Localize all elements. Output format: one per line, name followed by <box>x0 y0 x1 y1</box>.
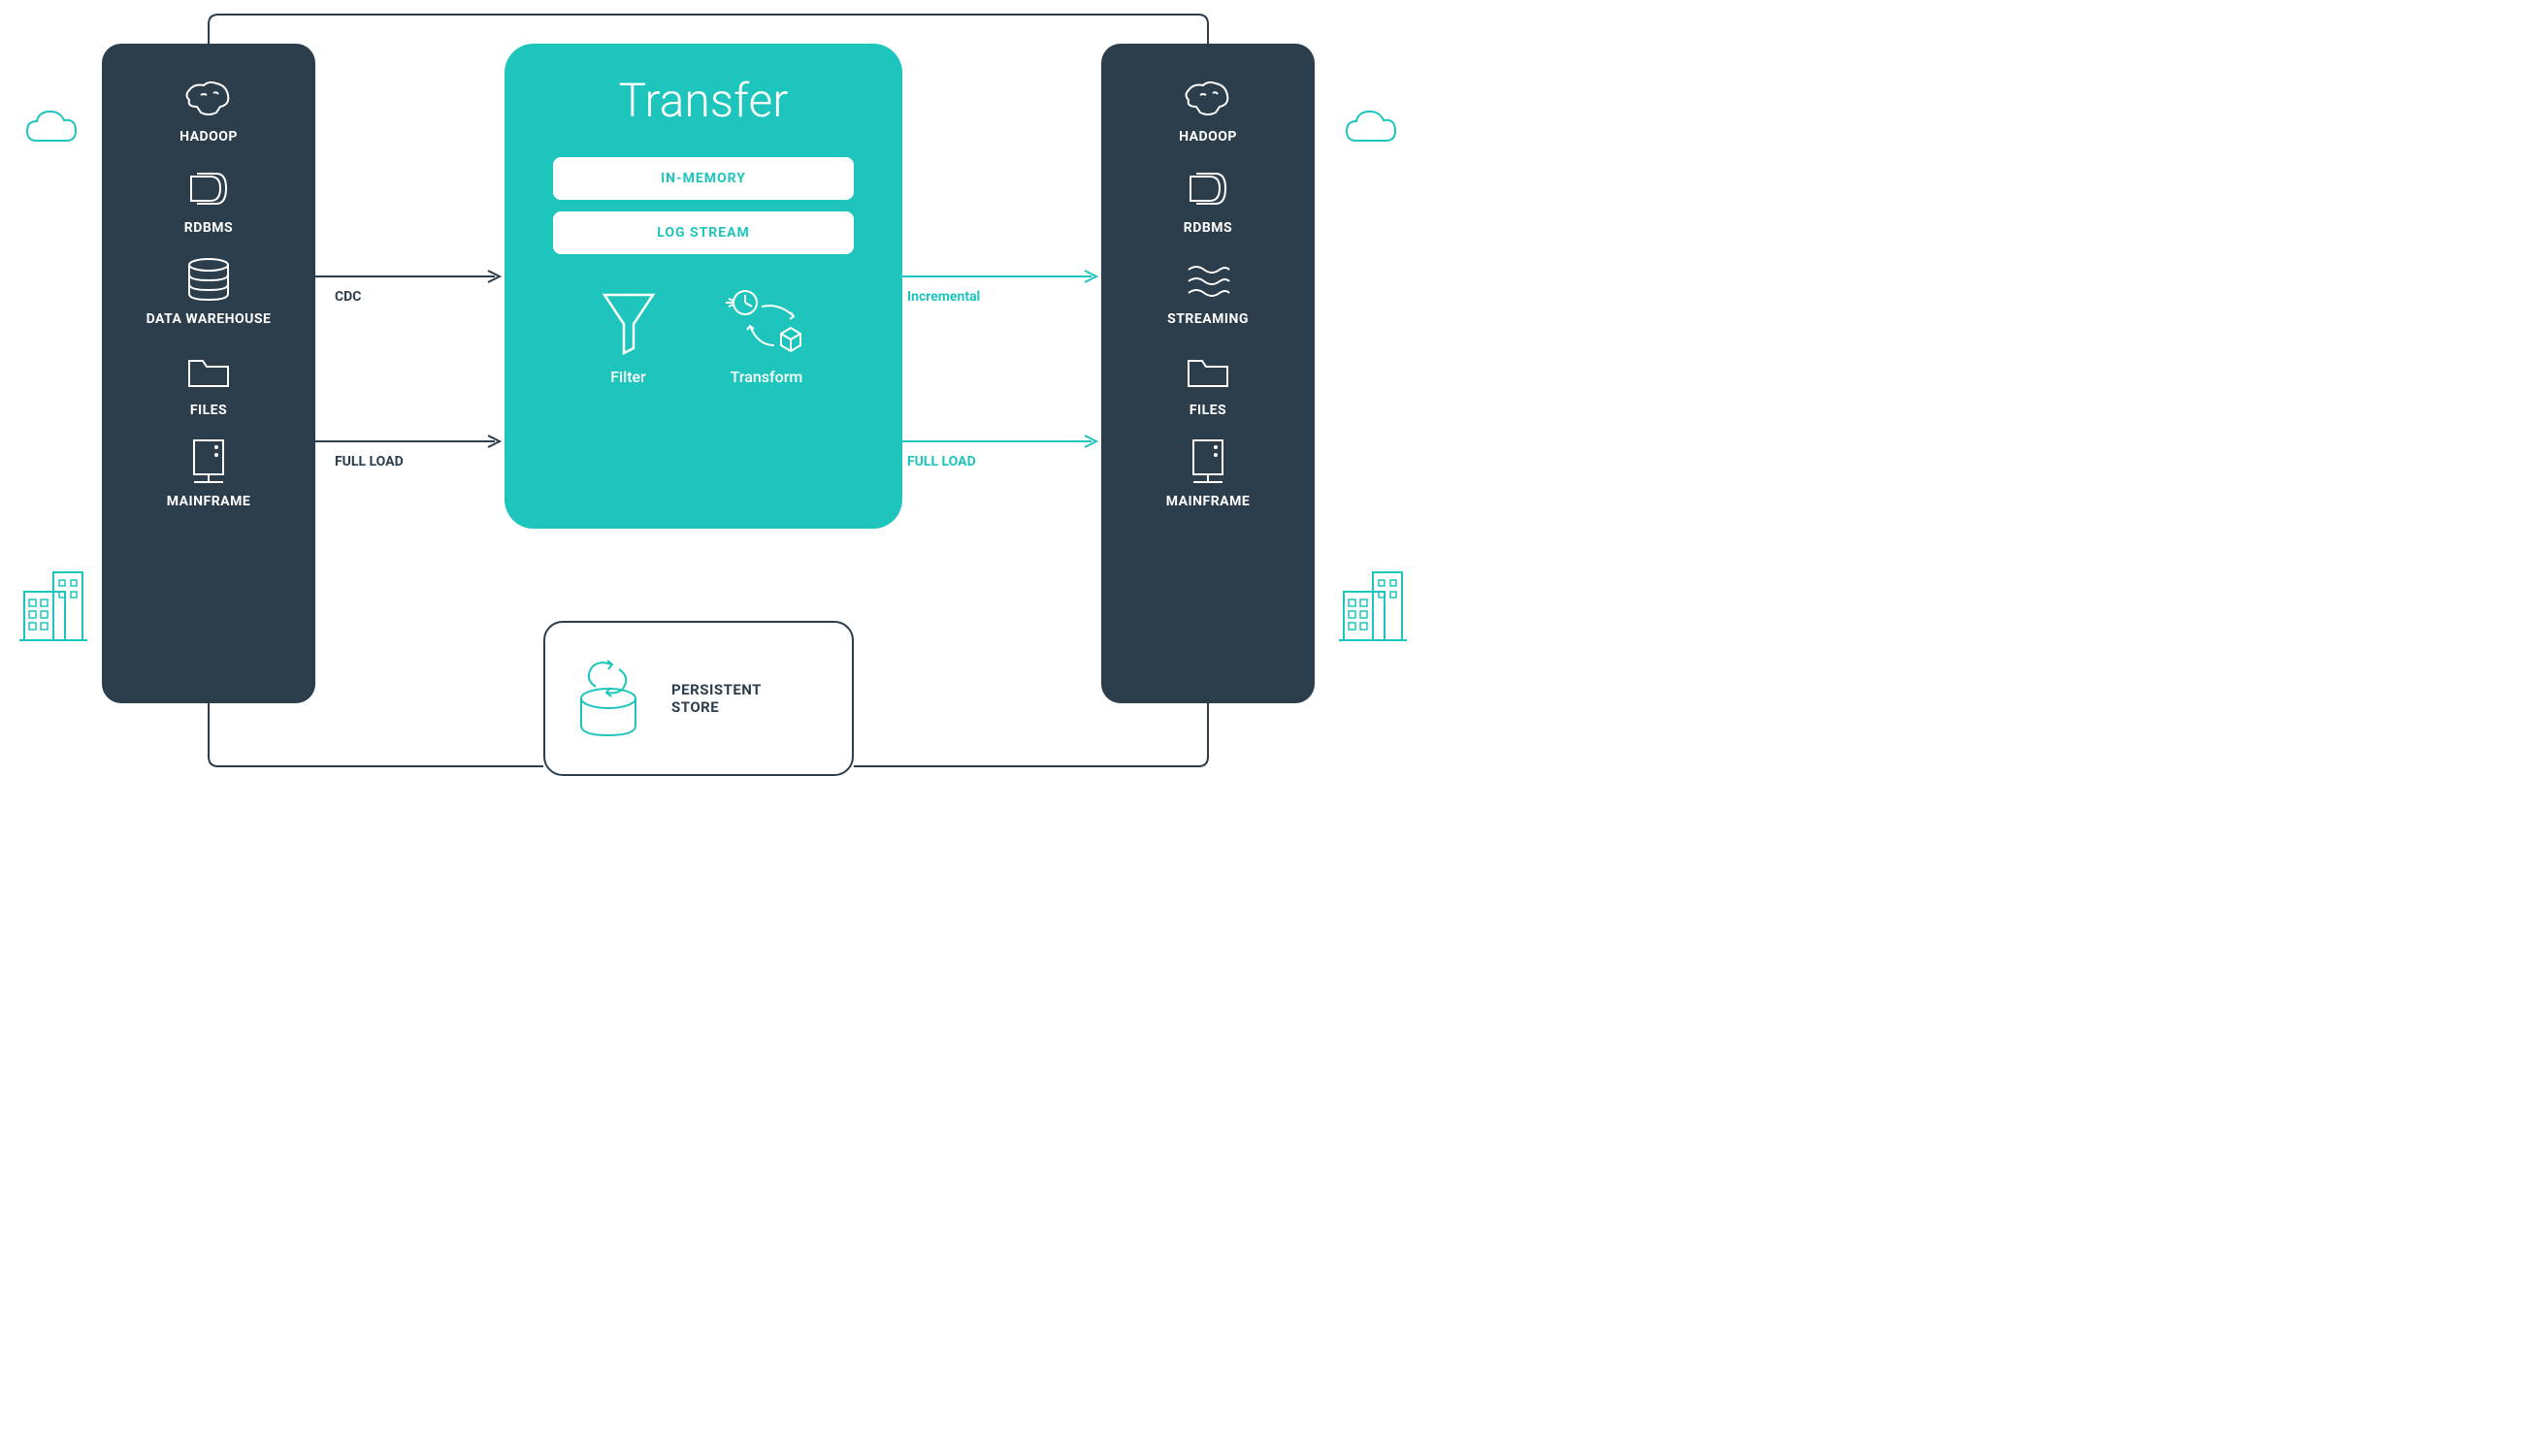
persistent-store-icon <box>565 650 652 747</box>
target-item-label: HADOOP <box>1179 129 1237 145</box>
filter-label: Filter <box>610 368 646 386</box>
target-item-label: FILES <box>1190 403 1226 418</box>
arrow-full-load-right <box>902 432 1101 451</box>
target-item-hadoop: HADOOP <box>1179 73 1237 145</box>
target-panel: HADOOP RDBMS STREAMING FILES MAINFRAME <box>1101 44 1315 703</box>
hadoop-icon <box>1179 73 1237 121</box>
arrow-full-load-left <box>315 432 505 451</box>
persistent-label-2: STORE <box>671 698 762 716</box>
server-icon <box>179 437 238 486</box>
building-icon <box>1334 563 1412 650</box>
source-item-label: FILES <box>190 403 227 418</box>
database-icon <box>179 255 238 304</box>
target-item-files: FILES <box>1179 346 1237 418</box>
target-item-rdbms: RDBMS <box>1179 164 1237 236</box>
transform-label: Transform <box>731 368 803 386</box>
hadoop-icon <box>179 73 238 121</box>
persistent-store-box: PERSISTENT STORE <box>543 621 854 776</box>
target-item-label: RDBMS <box>1184 220 1232 236</box>
arrow-incremental <box>902 267 1101 286</box>
cdc-label: CDC <box>335 289 361 305</box>
target-item-mainframe: MAINFRAME <box>1166 437 1250 509</box>
folder-icon <box>1179 346 1237 395</box>
building-icon <box>15 563 92 650</box>
cloud-icon <box>19 107 87 155</box>
source-item-files: FILES <box>179 346 238 418</box>
transfer-panel: Transfer IN-MEMORY LOG STREAM Filter <box>505 44 902 529</box>
waves-icon <box>1179 255 1237 304</box>
source-item-label: RDBMS <box>184 220 233 236</box>
arrow-cdc <box>315 267 505 286</box>
source-item-label: DATA WAREHOUSE <box>147 311 272 327</box>
persistent-label-1: PERSISTENT <box>671 681 762 698</box>
transfer-title: Transfer <box>619 73 789 128</box>
rdbms-icon <box>1179 164 1237 212</box>
folder-icon <box>179 346 238 395</box>
transform-item: Transform <box>721 285 813 386</box>
incremental-label: Incremental <box>907 289 980 305</box>
transform-icon <box>721 285 813 358</box>
source-panel: HADOOP RDBMS DATA WAREHOUSE FILES MAINFR… <box>102 44 315 703</box>
source-item-mainframe: MAINFRAME <box>167 437 250 509</box>
server-icon <box>1179 437 1237 486</box>
in-memory-pill: IN-MEMORY <box>553 157 854 200</box>
target-item-label: STREAMING <box>1167 311 1249 327</box>
target-item-label: MAINFRAME <box>1166 494 1250 509</box>
funnel-icon <box>595 285 663 358</box>
rdbms-icon <box>179 164 238 212</box>
filter-item: Filter <box>595 285 663 386</box>
source-item-label: MAINFRAME <box>167 494 250 509</box>
cloud-icon <box>1339 107 1407 155</box>
source-item-datawarehouse: DATA WAREHOUSE <box>147 255 272 327</box>
target-item-streaming: STREAMING <box>1167 255 1249 327</box>
source-item-hadoop: HADOOP <box>179 73 238 145</box>
source-item-rdbms: RDBMS <box>179 164 238 236</box>
full-load-left-label: FULL LOAD <box>335 454 404 469</box>
log-stream-pill: LOG STREAM <box>553 211 854 254</box>
full-load-right-label: FULL LOAD <box>907 454 976 469</box>
source-item-label: HADOOP <box>179 129 238 145</box>
